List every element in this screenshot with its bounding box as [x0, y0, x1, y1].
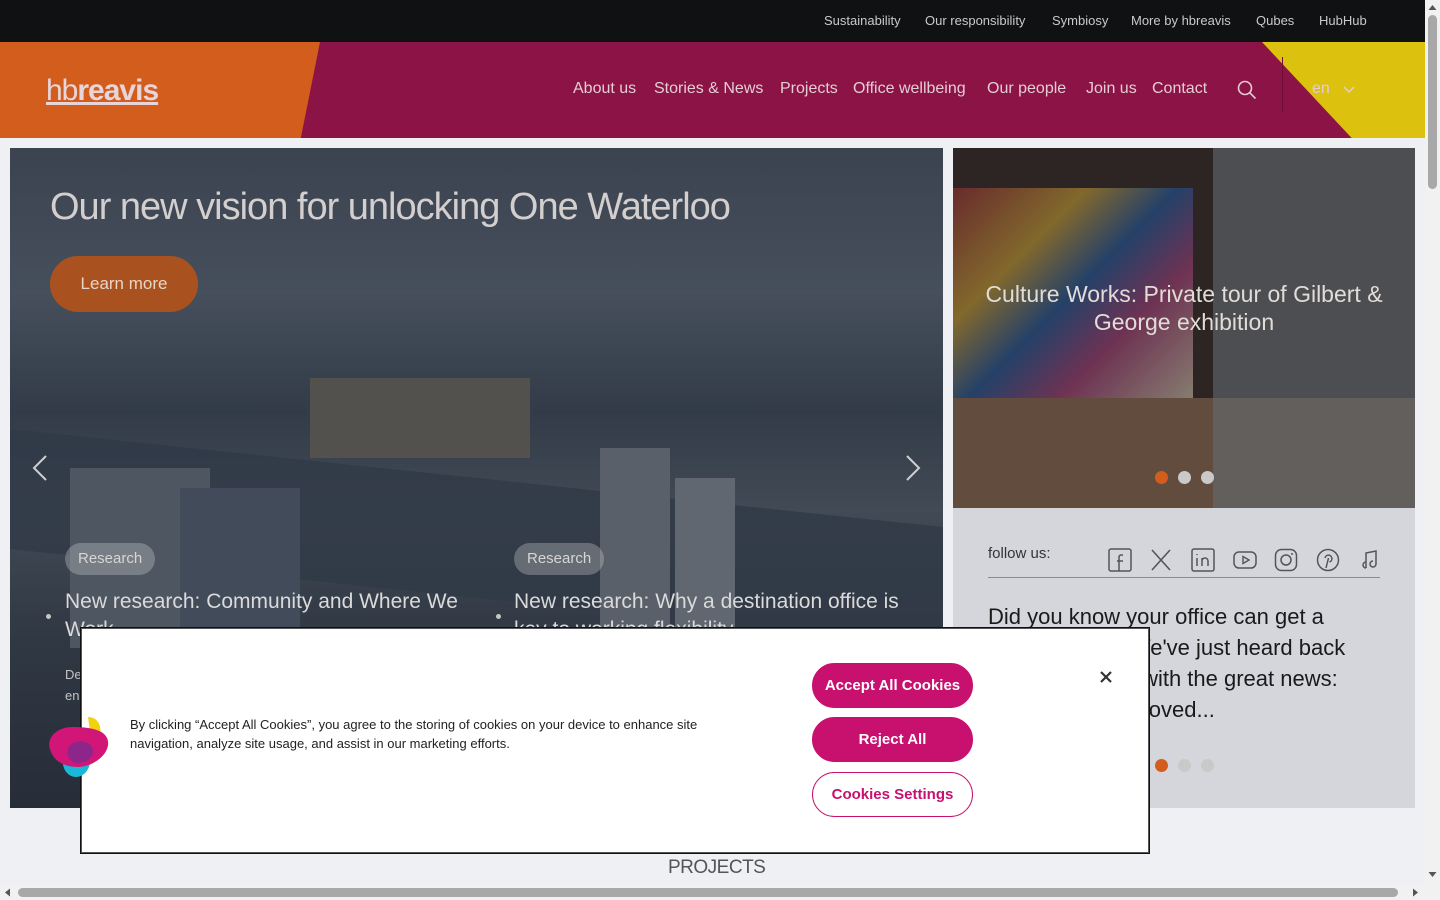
pagination-dot[interactable]: [1178, 471, 1191, 484]
reject-all-button[interactable]: Reject All: [812, 717, 973, 762]
main-header: hbreavis About us Stories & News Project…: [0, 42, 1425, 138]
pagination-dot[interactable]: [1201, 759, 1214, 772]
x-icon[interactable]: [1149, 548, 1173, 572]
scroll-left-icon[interactable]: [3, 888, 12, 897]
utility-link-sustainability[interactable]: Sustainability: [824, 13, 901, 28]
cookie-banner: By clicking “Accept All Cookies”, you ag…: [81, 628, 1149, 853]
nav-about-us[interactable]: About us: [573, 80, 636, 98]
pagination-dot[interactable]: [1178, 759, 1191, 772]
learn-more-button[interactable]: Learn more: [50, 256, 198, 312]
accept-all-cookies-button[interactable]: Accept All Cookies: [812, 663, 973, 708]
instagram-icon[interactable]: [1274, 548, 1298, 572]
feed-pagination: [1155, 759, 1215, 773]
utility-bar: Sustainability Our responsibility Symbio…: [0, 0, 1425, 42]
close-icon[interactable]: [1099, 670, 1113, 684]
logo-bold: reavis: [77, 74, 159, 107]
cookie-notice-text: By clicking “Accept All Cookies”, you ag…: [130, 717, 698, 751]
youtube-icon[interactable]: [1233, 548, 1257, 572]
language-selector[interactable]: en: [1312, 80, 1330, 98]
story-tag[interactable]: Research: [65, 543, 156, 575]
side-card-title: Culture Works: Private tour of Gilbert &…: [985, 281, 1383, 335]
chevron-down-icon[interactable]: [1343, 84, 1355, 94]
side-event-card[interactable]: Culture Works: Private tour of Gilbert &…: [953, 148, 1415, 508]
cookie-preferences-icon[interactable]: [44, 715, 110, 779]
scroll-thumb[interactable]: [18, 888, 1398, 897]
nav-office-wellbeing[interactable]: Office wellbeing: [853, 80, 966, 98]
chevron-right-icon[interactable]: [903, 454, 923, 482]
hero-title: Our new vision for unlocking One Waterlo…: [50, 186, 731, 228]
utility-link-symbiosy[interactable]: Symbiosy: [1052, 13, 1108, 28]
horizontal-scrollbar[interactable]: [0, 885, 1425, 900]
projects-heading: PROJECTS: [668, 857, 766, 878]
chevron-left-icon[interactable]: [30, 454, 50, 482]
scroll-thumb[interactable]: [1428, 15, 1437, 189]
nav-divider: [1282, 57, 1283, 113]
search-icon[interactable]: [1237, 80, 1257, 100]
utility-link-hubhub[interactable]: HubHub: [1319, 13, 1367, 28]
pagination-dot[interactable]: [1201, 471, 1214, 484]
linkedin-icon[interactable]: [1191, 548, 1215, 572]
cookies-settings-button[interactable]: Cookies Settings: [812, 772, 973, 817]
nav-our-people[interactable]: Our people: [987, 80, 1066, 98]
logo-light: hb: [46, 74, 78, 107]
scroll-down-icon[interactable]: [1428, 870, 1437, 879]
follow-label: follow us:: [988, 545, 1051, 562]
story-bullet: [496, 614, 501, 619]
scroll-up-icon[interactable]: [1428, 3, 1437, 12]
nav-join-us[interactable]: Join us: [1086, 80, 1137, 98]
utility-link-qubes[interactable]: Qubes: [1256, 13, 1294, 28]
story-tag[interactable]: Research: [514, 543, 605, 575]
tiktok-icon[interactable]: [1357, 548, 1381, 572]
nav-stories-news[interactable]: Stories & News: [654, 80, 763, 98]
scroll-right-icon[interactable]: [1411, 888, 1420, 897]
nav-projects[interactable]: Projects: [780, 80, 838, 98]
utility-link-our-responsibility[interactable]: Our responsibility: [925, 13, 1025, 28]
pinterest-icon[interactable]: [1316, 548, 1340, 572]
pagination-dot[interactable]: [1155, 471, 1168, 484]
logo[interactable]: hbreavis: [46, 74, 159, 108]
follow-divider: [988, 577, 1380, 578]
nav-contact[interactable]: Contact: [1152, 80, 1207, 98]
vertical-scrollbar[interactable]: [1425, 0, 1440, 900]
pagination-dot[interactable]: [1155, 759, 1168, 772]
utility-link-more-by-hbreavis[interactable]: More by hbreavis: [1131, 13, 1231, 28]
facebook-icon[interactable]: [1108, 548, 1132, 572]
story-bullet: [46, 614, 51, 619]
side-card-pagination: [1155, 471, 1215, 485]
